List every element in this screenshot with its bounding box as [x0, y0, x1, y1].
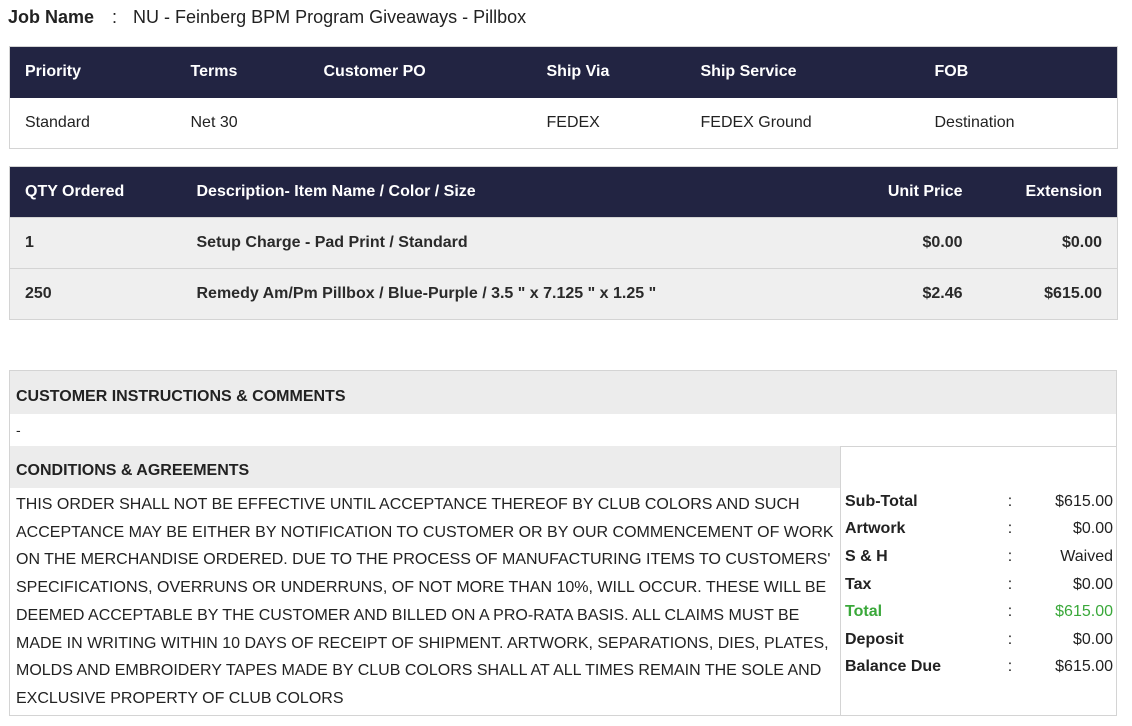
order-info-table: Priority Terms Customer PO Ship Via Ship… [9, 46, 1118, 149]
subtotal-value: $615.00 [1055, 492, 1113, 510]
header-qty-ordered: QTY Ordered [9, 166, 182, 218]
job-name-label: Job Name [8, 7, 95, 27]
priority-value: Standard [9, 97, 176, 149]
totals-row-subtotal: Sub-Total : $615.00 [845, 488, 1113, 516]
shipping-label: S & H [845, 547, 888, 565]
totals-colon: : [1007, 547, 1013, 565]
header-unit-price: Unit Price [789, 166, 978, 218]
balance-due-value: $615.00 [1055, 658, 1113, 676]
item-unit-price: $0.00 [789, 217, 978, 269]
item-qty: 1 [9, 217, 182, 269]
totals-row-total: Total : $615.00 [845, 598, 1113, 626]
item-extension: $0.00 [977, 217, 1118, 269]
tax-label: Tax [845, 575, 872, 593]
header-description: Description- Item Name / Color / Size [181, 166, 790, 218]
totals-colon: : [1007, 630, 1013, 648]
totals-row-balance-due: Balance Due : $615.00 [845, 654, 1113, 682]
total-value: $615.00 [1055, 603, 1113, 621]
conditions-title: CONDITIONS & AGREEMENTS [10, 446, 840, 488]
line-items-header-row: QTY Ordered Description- Item Name / Col… [9, 166, 1118, 218]
fob-value: Destination [919, 97, 1118, 149]
table-row: 250 Remedy Am/Pm Pillbox / Blue-Purple /… [9, 268, 1118, 320]
totals-panel: Sub-Total : $615.00 Artwork : $0.00 S & … [840, 446, 1117, 716]
artwork-value: $0.00 [1072, 520, 1113, 538]
job-name-row: Job Name: NU - Feinberg BPM Program Givea… [8, 5, 526, 29]
totals-colon: : [1007, 492, 1013, 510]
totals-colon: : [1007, 575, 1013, 593]
ship-service-value: FEDEX Ground [685, 97, 920, 149]
totals-colon: : [1007, 520, 1013, 538]
instructions-text: - [10, 414, 1116, 446]
header-customer-po: Customer PO [308, 46, 532, 98]
totals-row-artwork: Artwork : $0.00 [845, 516, 1113, 544]
order-info-header-row: Priority Terms Customer PO Ship Via Ship… [9, 46, 1118, 98]
item-description: Setup Charge - Pad Print / Standard [181, 217, 790, 269]
ship-via-value: FEDEX [531, 97, 686, 149]
item-description: Remedy Am/Pm Pillbox / Blue-Purple / 3.5… [181, 268, 790, 320]
shipping-value: Waived [1060, 547, 1113, 565]
header-fob: FOB [919, 46, 1118, 98]
header-priority: Priority [9, 46, 176, 98]
artwork-label: Artwork [845, 520, 906, 538]
balance-due-label: Balance Due [845, 658, 942, 676]
conditions-section: CONDITIONS & AGREEMENTS THIS ORDER SHALL… [9, 446, 840, 716]
total-label: Total [845, 603, 883, 621]
item-qty: 250 [9, 268, 182, 320]
header-terms: Terms [175, 46, 309, 98]
customer-po-value [308, 97, 532, 149]
line-items-table: QTY Ordered Description- Item Name / Col… [9, 166, 1118, 320]
item-extension: $615.00 [977, 268, 1118, 320]
header-ship-service: Ship Service [685, 46, 920, 98]
totals-row-deposit: Deposit : $0.00 [845, 626, 1113, 654]
order-info-row: Standard Net 30 FEDEX FEDEX Ground Desti… [9, 97, 1118, 149]
conditions-text: THIS ORDER SHALL NOT BE EFFECTIVE UNTIL … [16, 496, 834, 707]
item-unit-price: $2.46 [789, 268, 978, 320]
customer-instructions-section: CUSTOMER INSTRUCTIONS & COMMENTS - [9, 370, 1117, 447]
header-extension: Extension [977, 166, 1118, 218]
job-name-value: NU - Feinberg BPM Program Giveaways - Pi… [133, 7, 527, 27]
subtotal-label: Sub-Total [845, 492, 918, 510]
totals-colon: : [1007, 603, 1013, 621]
totals-table: Sub-Total : $615.00 Artwork : $0.00 S & … [845, 488, 1113, 681]
terms-value: Net 30 [175, 97, 309, 149]
table-row: 1 Setup Charge - Pad Print / Standard $0… [9, 217, 1118, 269]
instructions-title: CUSTOMER INSTRUCTIONS & COMMENTS [10, 371, 1116, 414]
header-ship-via: Ship Via [531, 46, 686, 98]
totals-row-shipping: S & H : Waived [845, 543, 1113, 571]
totals-row-tax: Tax : $0.00 [845, 571, 1113, 599]
job-name-colon: : [112, 7, 118, 27]
totals-colon: : [1007, 658, 1013, 676]
deposit-label: Deposit [845, 630, 904, 648]
deposit-value: $0.00 [1072, 630, 1113, 648]
tax-value: $0.00 [1072, 575, 1113, 593]
